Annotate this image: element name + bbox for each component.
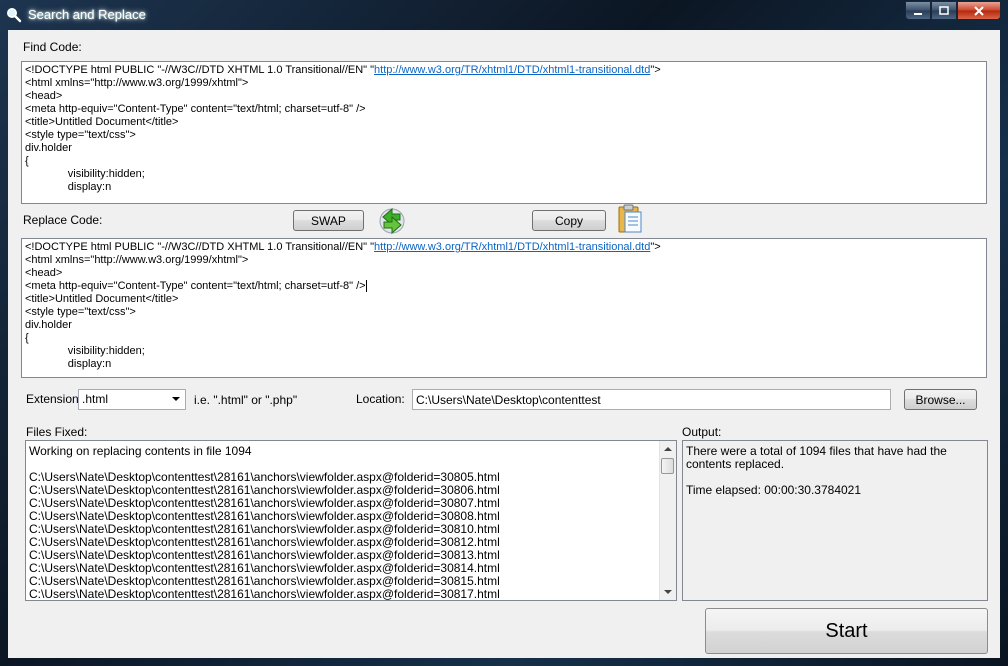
scroll-down-icon[interactable] [664, 590, 672, 594]
extension-label: Extension: [26, 392, 83, 406]
dtd-link[interactable]: http://www.w3.org/TR/xhtml1/DTD/xhtml1-t… [374, 64, 650, 76]
replace-code-label: Replace Code: [23, 213, 103, 227]
code-line: <head> [25, 267, 63, 279]
minimize-button[interactable] [905, 1, 931, 20]
location-input-value: C:\Users\Nate\Desktop\contenttest [416, 393, 601, 407]
extension-select[interactable]: .html [78, 389, 186, 410]
output-summary: There were a total of 1094 files that ha… [686, 444, 947, 471]
files-fixed-label: Files Fixed: [26, 425, 88, 439]
code-line: <style type="text/css"> [25, 306, 136, 318]
swap-arrows-icon[interactable] [375, 204, 409, 238]
scrollbar-thumb[interactable] [661, 458, 674, 474]
code-line: visibility:hidden; [25, 168, 145, 180]
replace-code-textarea[interactable]: <!DOCTYPE html PUBLIC "-//W3C//DTD XHTML… [21, 238, 987, 378]
code-line: <title>Untitled Document</title> [25, 293, 179, 305]
output-panel: There were a total of 1094 files that ha… [682, 440, 988, 601]
clipboard-icon[interactable] [615, 203, 645, 235]
list-item: Working on replacing contents in file 10… [29, 444, 252, 458]
extension-hint: i.e. ".html" or ".php" [194, 393, 298, 407]
location-label: Location: [356, 392, 405, 406]
swap-button-label: SWAP [311, 213, 346, 228]
maximize-icon [939, 5, 949, 15]
window-frame: Search and Replace Find Code: <!DOCTYPE … [0, 0, 1008, 666]
window-controls [905, 1, 1001, 20]
code-line: <html xmlns="http://www.w3.org/1999/xhtm… [25, 254, 249, 266]
location-input[interactable]: C:\Users\Nate\Desktop\contenttest [412, 389, 891, 410]
code-line: <meta http-equiv="Content-Type" content=… [25, 280, 367, 293]
code-line: <head> [25, 90, 63, 102]
browse-button-label: Browse... [915, 392, 966, 407]
swap-button[interactable]: SWAP [293, 210, 364, 231]
window-title: Search and Replace [28, 7, 146, 22]
close-button[interactable] [957, 1, 1001, 20]
code-line: visibility:hidden; [25, 345, 145, 357]
code-line: { [25, 332, 29, 344]
copy-button-label: Copy [554, 213, 583, 228]
extension-select-value: .html [82, 392, 109, 406]
browse-button[interactable]: Browse... [904, 389, 977, 410]
files-scrollbar[interactable] [659, 441, 676, 600]
code-line: div.holder [25, 142, 72, 154]
list-item: C:\Users\Nate\Desktop\contenttest\28161\… [29, 587, 500, 601]
find-code-textarea[interactable]: <!DOCTYPE html PUBLIC "-//W3C//DTD XHTML… [21, 61, 987, 204]
title-bar[interactable]: Search and Replace [0, 0, 1008, 30]
close-icon [974, 5, 984, 16]
search-icon [7, 8, 22, 23]
chevron-down-icon [172, 397, 180, 401]
start-button-label: Start [825, 619, 868, 642]
dialog-client-area: Find Code: <!DOCTYPE html PUBLIC "-//W3C… [8, 30, 1000, 658]
code-line: display:n [25, 358, 112, 370]
code-line: <!DOCTYPE html PUBLIC "-//W3C//DTD XHTML… [25, 241, 661, 253]
output-label: Output: [682, 425, 722, 439]
maximize-button[interactable] [931, 1, 957, 20]
files-fixed-list[interactable]: Working on replacing contents in file 10… [25, 440, 677, 601]
scroll-up-icon[interactable] [664, 447, 672, 451]
code-line: <!DOCTYPE html PUBLIC "-//W3C//DTD XHTML… [25, 64, 661, 76]
minimize-icon [914, 12, 922, 15]
files-fixed-text: Working on replacing contents in file 10… [29, 445, 656, 601]
copy-button[interactable]: Copy [532, 210, 606, 231]
code-line: <meta http-equiv="Content-Type" content=… [25, 103, 366, 115]
code-line: <style type="text/css"> [25, 129, 136, 141]
text-caret [365, 280, 367, 293]
code-line: <html xmlns="http://www.w3.org/1999/xhtm… [25, 77, 249, 89]
find-code-label: Find Code: [23, 40, 82, 54]
code-line: div.holder [25, 319, 72, 331]
dtd-link[interactable]: http://www.w3.org/TR/xhtml1/DTD/xhtml1-t… [374, 241, 650, 253]
start-button[interactable]: Start [705, 608, 988, 654]
code-line: <title>Untitled Document</title> [25, 116, 179, 128]
code-line: { [25, 155, 29, 167]
code-line: display:n [25, 181, 112, 193]
output-elapsed: Time elapsed: 00:00:30.3784021 [686, 483, 862, 497]
